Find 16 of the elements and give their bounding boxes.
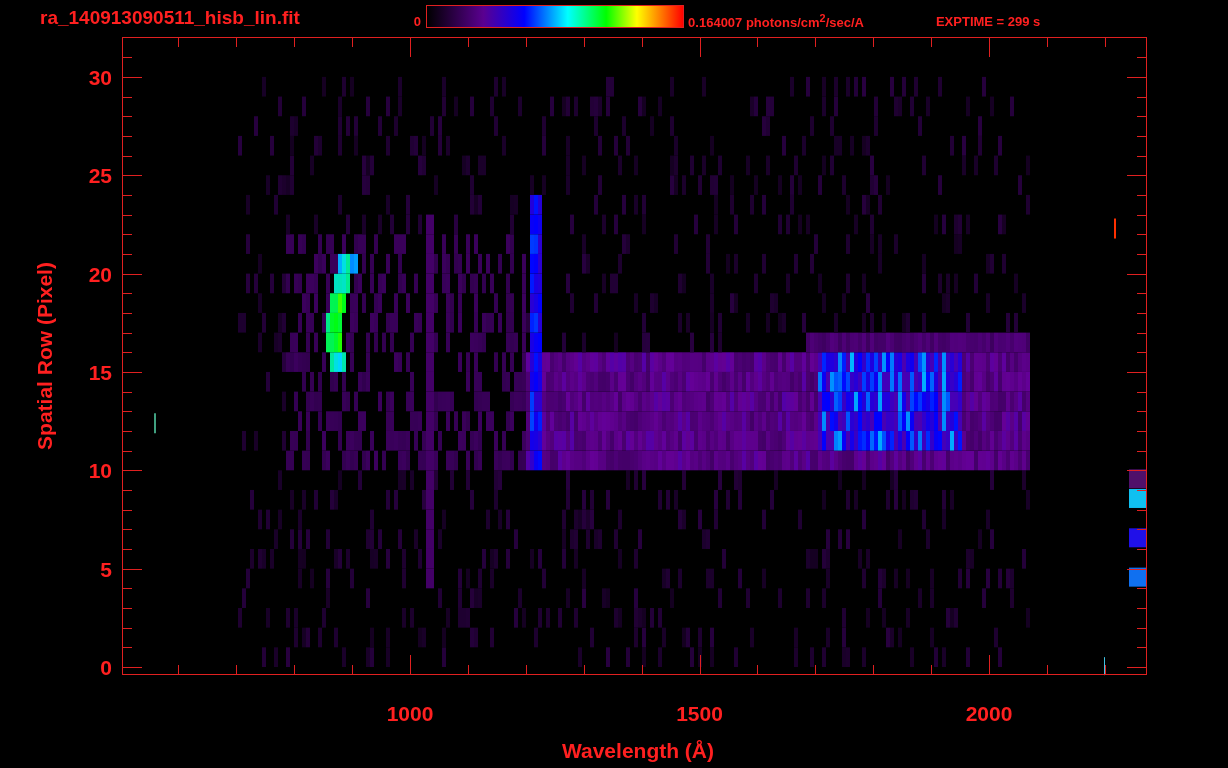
colorbar-min-label: 0 — [413, 13, 422, 29]
y-tick-label: 20 — [88, 262, 112, 286]
x-tick-label: 1000 — [386, 702, 434, 725]
y-tick-label: 10 — [88, 459, 112, 483]
colorbar-max-label: 0.164007 photons/cm$^{2}$/sec/A — [688, 11, 864, 31]
x-tick-label: 2000 — [965, 702, 1013, 725]
x-axis-label: Wavelength (Å) — [561, 739, 715, 762]
x-tick-label: 1500 — [676, 702, 723, 725]
y-axis-label: Spatial Row (Pixel) — [33, 262, 56, 450]
y-tick-label: 30 — [88, 65, 112, 89]
y-tick-label: 5 — [100, 557, 112, 581]
file-name-title: ra_140913090511_hisb_lin.fit — [40, 7, 300, 29]
y-tick-label: 15 — [88, 360, 112, 384]
y-tick-label: 25 — [88, 164, 112, 188]
exposure-time-label: EXPTIME = 299 s — [935, 13, 1041, 29]
y-tick-label: 0 — [100, 656, 112, 679]
